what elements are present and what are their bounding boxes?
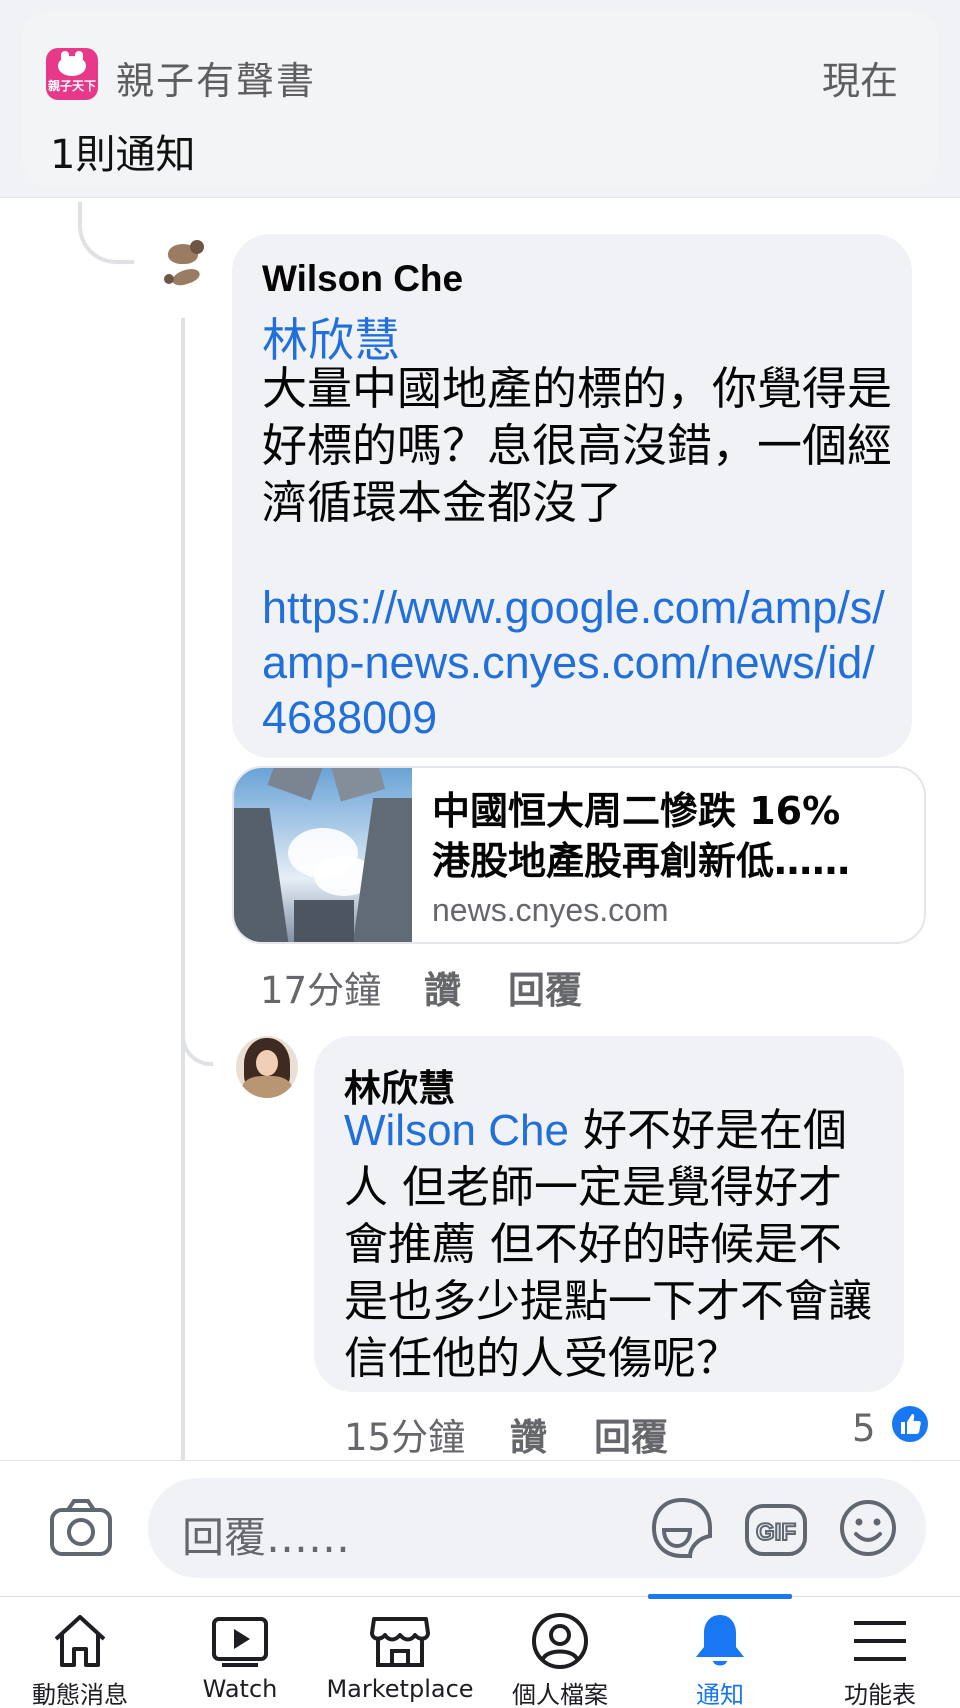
reply-placeholder: 回覆…… xyxy=(182,1513,351,1562)
tab-notifications[interactable]: 通知 xyxy=(640,1597,800,1708)
reply-comment-actions: 15分鐘 讚 回覆 xyxy=(344,1407,764,1459)
thread-line xyxy=(181,318,185,1460)
notification-time: 現在 xyxy=(821,59,898,103)
tab-label: 功能表 xyxy=(844,1681,916,1708)
profile-icon xyxy=(532,1613,588,1669)
app-icon-text: 親子天下 xyxy=(47,79,96,93)
comment-bubble[interactable]: Wilson Che 林欣慧 大量中國地產的標的，你覺得是好標的嗎？息很高沒錯，… xyxy=(232,234,912,758)
link-preview-image xyxy=(234,768,412,942)
tab-watch[interactable]: Watch xyxy=(160,1597,320,1708)
emoji-icon[interactable] xyxy=(838,1498,898,1558)
bell-icon xyxy=(696,1615,744,1666)
comment-timestamp: 15分鐘 xyxy=(344,1416,466,1459)
svg-text:GIF: GIF xyxy=(756,1519,796,1546)
active-tab-indicator xyxy=(648,1594,792,1599)
avatar-wilson-che[interactable] xyxy=(154,234,216,296)
comment-body: Wilson Che 好不好是在個人 但老師一定是覺得好才會推薦 但不好的時候是… xyxy=(344,1102,884,1387)
reply-button[interactable]: 回覆 xyxy=(594,1407,668,1461)
reaction-count[interactable]: 5 xyxy=(852,1407,876,1450)
link-preview-title: 中國恒大周二慘跌 16% 港股地產股再創新低…… xyxy=(432,786,912,886)
comment-mention[interactable]: Wilson Che xyxy=(344,1106,569,1155)
link-preview-card[interactable]: 中國恒大周二慘跌 16% 港股地產股再創新低…… news.cnyes.com xyxy=(232,766,926,944)
tab-marketplace[interactable]: Marketplace xyxy=(320,1597,480,1708)
thumbs-up-icon[interactable] xyxy=(890,1404,930,1444)
bottom-tab-bar: 動態消息 Watch Marketplace 個人檔案 通知 功能表 xyxy=(0,1596,960,1708)
tab-label: 個人檔案 xyxy=(512,1681,608,1708)
sticker-icon[interactable] xyxy=(650,1496,714,1562)
comment-actions: 17分鐘 讚 回覆 xyxy=(260,960,660,1012)
tab-label: 動態消息 xyxy=(32,1681,128,1708)
camera-icon[interactable] xyxy=(48,1496,114,1558)
thread-connector xyxy=(78,202,134,264)
tab-label: 通知 xyxy=(696,1681,744,1708)
like-button[interactable]: 讚 xyxy=(424,960,461,1014)
watch-icon xyxy=(212,1617,268,1667)
app-icon: 親子天下 xyxy=(46,48,98,100)
tab-label: Watch xyxy=(202,1675,278,1703)
avatar-lin-xinhui[interactable] xyxy=(236,1036,298,1098)
link-preview-domain: news.cnyes.com xyxy=(432,892,669,928)
link-preview-title-line1: 中國恒大周二慘跌 16% xyxy=(432,789,841,833)
notification-banner[interactable]: 親子天下 親子有聲書 現在 1則通知 xyxy=(0,0,960,198)
comment-link[interactable]: https://www.google.com/amp/s/amp-news.cn… xyxy=(262,580,892,745)
notification-summary: 1則通知 xyxy=(50,132,196,178)
link-preview-title-line2: 港股地產股再創新低…… xyxy=(432,839,851,883)
home-icon xyxy=(54,1615,106,1667)
tab-menu[interactable]: 功能表 xyxy=(800,1597,960,1708)
reply-button[interactable]: 回覆 xyxy=(508,960,582,1014)
reply-comment-bubble[interactable]: 林欣慧 Wilson Che 好不好是在個人 但老師一定是覺得好才會推薦 但不好… xyxy=(314,1036,904,1392)
thread-branch xyxy=(181,1010,213,1066)
menu-icon xyxy=(854,1621,906,1661)
comment-author[interactable]: Wilson Che xyxy=(262,258,463,300)
tab-profile[interactable]: 個人檔案 xyxy=(480,1597,640,1708)
tab-news-feed[interactable]: 動態消息 xyxy=(0,1597,160,1708)
tab-label: Marketplace xyxy=(326,1675,474,1703)
comment-timestamp: 17分鐘 xyxy=(260,969,382,1012)
gif-icon[interactable]: GIF xyxy=(744,1500,808,1560)
marketplace-icon xyxy=(370,1617,430,1667)
reply-input[interactable]: 回覆…… xyxy=(148,1478,926,1578)
like-button[interactable]: 讚 xyxy=(510,1407,547,1461)
comment-body: 大量中國地產的標的，你覺得是好標的嗎？息很高沒錯，一個經濟循環本金都沒了 xyxy=(262,362,893,529)
notification-app-name: 親子有聲書 xyxy=(116,59,317,103)
